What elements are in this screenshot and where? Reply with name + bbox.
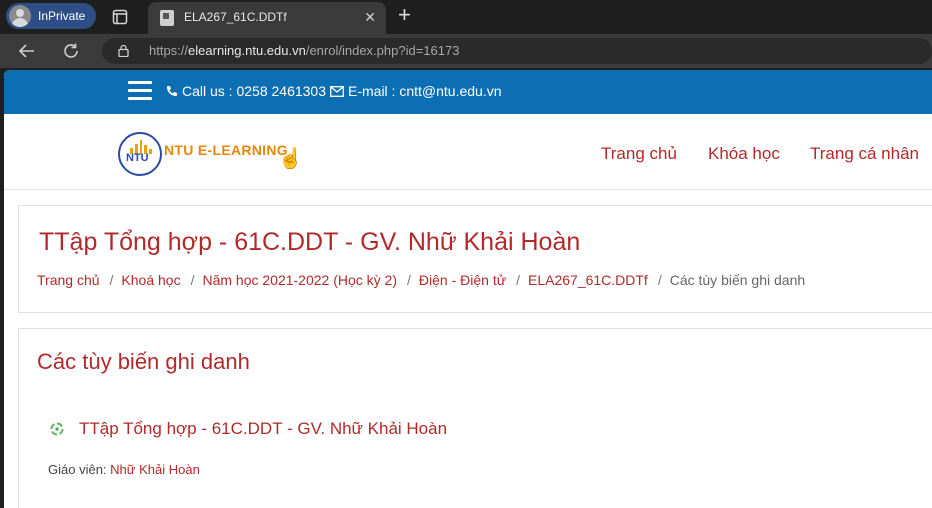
url-prefix: https:// (149, 43, 189, 58)
page-header-card: TTập Tổng hợp - 61C.DDT - GV. Nhữ Khải H… (18, 205, 932, 313)
inprivate-badge[interactable]: InPrivate (6, 3, 96, 29)
breadcrumb-course[interactable]: ELA267_61C.DDTf (528, 272, 648, 288)
site-logo[interactable]: NTU NTU E-LEARNING ☝ (118, 130, 308, 176)
tab-actions-icon (112, 9, 128, 25)
ntu-emblem-icon: NTU (118, 132, 162, 176)
enrol-options-heading: Các tùy biến ghi danh (37, 349, 250, 374)
course-entry: TTập Tổng hợp - 61C.DDT - GV. Nhữ Khải H… (49, 419, 447, 439)
phone-icon (167, 86, 177, 96)
tab-close-icon[interactable]: ✕ (364, 9, 376, 26)
url-path: /enrol/index.php?id=16173 (305, 43, 460, 58)
url-host: elearning.ntu.edu.vn (188, 43, 306, 58)
web-page: Call us : 0258 2461303 E-mail : cntt@ntu… (4, 70, 932, 508)
browser-tab-bar: InPrivate ELA267_61C.DDTf ✕ + (0, 0, 932, 34)
lock-icon (118, 44, 129, 57)
email-icon (330, 85, 344, 97)
url-text: https://elearning.ntu.edu.vn/enrol/index… (149, 43, 459, 58)
breadcrumb-separator: / (516, 272, 520, 288)
phone-text: Call us : 0258 2461303 (182, 83, 326, 99)
site-header: NTU NTU E-LEARNING ☝ Trang chủ Khóa học … (4, 114, 932, 190)
hamburger-menu-icon[interactable] (128, 81, 152, 101)
teacher-link[interactable]: Nhữ Khải Hoàn (110, 462, 200, 477)
breadcrumb-courses[interactable]: Khoá học (121, 272, 180, 288)
back-arrow-icon (18, 44, 34, 58)
breadcrumb-separator: / (657, 272, 662, 288)
breadcrumb-separator: / (407, 272, 411, 288)
course-recycle-icon (50, 422, 64, 436)
breadcrumb-department[interactable]: Điện - Điện tử (419, 272, 506, 288)
refresh-icon (64, 43, 78, 58)
logo-short-text: NTU (126, 152, 149, 164)
breadcrumb-home[interactable]: Trang chủ (37, 272, 100, 288)
breadcrumb: Trang chủ / Khoá học / Năm học 2021-2022… (37, 272, 805, 288)
breadcrumb-current: Các tùy biến ghi danh (669, 272, 806, 288)
new-tab-button[interactable]: + (398, 4, 411, 26)
active-tab[interactable]: ELA267_61C.DDTf ✕ (148, 2, 386, 34)
enrol-options-card: Các tùy biến ghi danh TTập Tổng hợp - 61… (18, 328, 932, 508)
refresh-button[interactable] (58, 39, 84, 63)
url-field[interactable]: https://elearning.ntu.edu.vn/enrol/index… (102, 38, 932, 64)
nav-courses-link[interactable]: Khóa học (708, 144, 780, 164)
pointer-hand-icon: ☝ (278, 148, 303, 170)
page-title: TTập Tổng hợp - 61C.DDT - GV. Nhữ Khải H… (39, 228, 581, 256)
tab-title: ELA267_61C.DDTf (184, 10, 287, 24)
inprivate-label: InPrivate (38, 9, 86, 23)
nav-profile-link[interactable]: Trang cá nhân (810, 144, 919, 164)
email-text[interactable]: E-mail : cntt@ntu.edu.vn (348, 83, 502, 99)
tab-favicon-icon (160, 10, 174, 26)
profile-avatar-icon (9, 5, 31, 27)
address-bar-row: https://elearning.ntu.edu.vn/enrol/index… (0, 34, 932, 68)
contact-bar: Call us : 0258 2461303 E-mail : cntt@ntu… (4, 70, 932, 114)
back-button[interactable] (14, 39, 40, 63)
breadcrumb-separator: / (109, 272, 114, 288)
nav-home-link[interactable]: Trang chủ (601, 144, 677, 164)
teacher-info: Giáo viên: Nhữ Khải Hoàn (48, 462, 200, 477)
course-link[interactable]: TTập Tổng hợp - 61C.DDT - GV. Nhữ Khải H… (79, 419, 447, 439)
breadcrumb-school-year[interactable]: Năm học 2021-2022 (Học kỳ 2) (202, 272, 397, 288)
breadcrumb-separator: / (190, 272, 195, 288)
contact-info: Call us : 0258 2461303 E-mail : cntt@ntu… (166, 83, 502, 99)
tab-actions-button[interactable] (109, 6, 131, 28)
logo-brand-text: NTU E-LEARNING (164, 142, 288, 158)
teacher-label: Giáo viên: (48, 462, 111, 477)
